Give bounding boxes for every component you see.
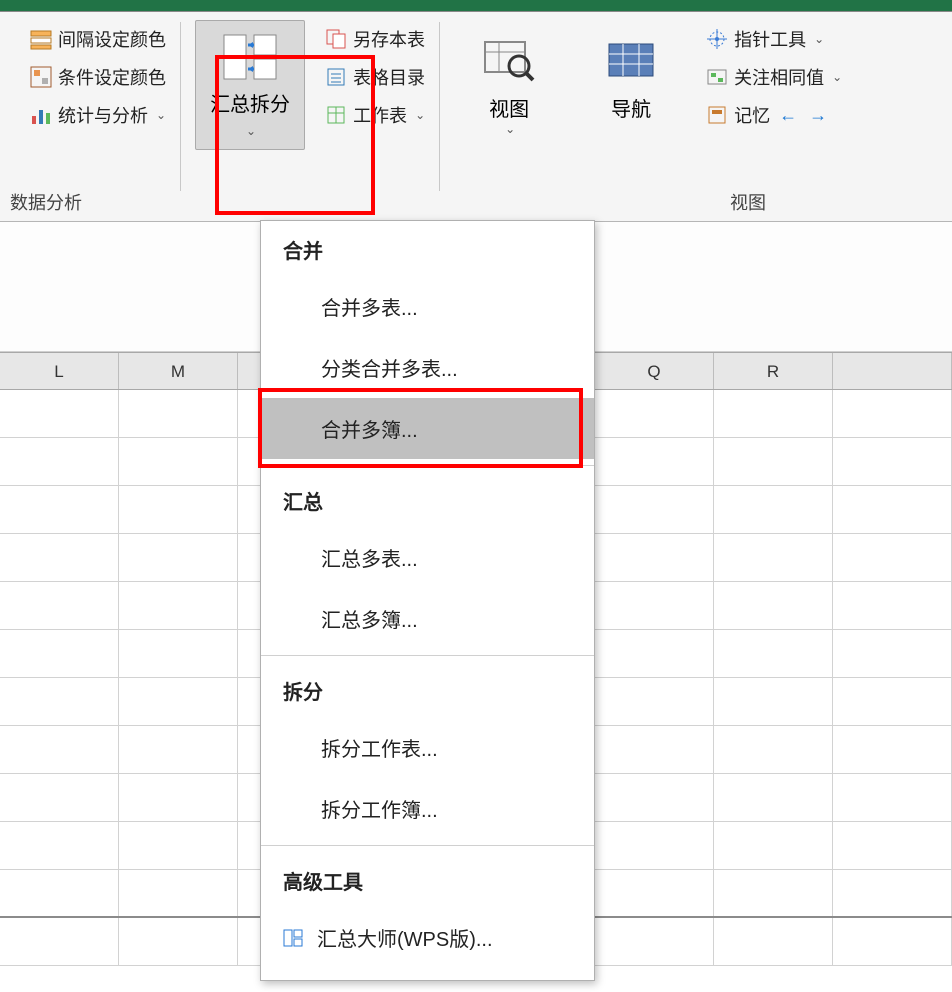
view-icon: [481, 34, 537, 90]
dd-summary-multi-book[interactable]: 汇总多簿...: [261, 588, 594, 649]
dd-section-summary: 汇总: [261, 472, 594, 527]
divider: [439, 22, 440, 191]
title-bar: [0, 0, 952, 12]
save-as-sheet-btn[interactable]: 另存本表: [321, 20, 429, 58]
stats-analysis-label: 统计与分析: [58, 102, 148, 128]
view-label: 视图: [489, 98, 529, 122]
view-btn[interactable]: 视图 ⌄: [454, 26, 564, 144]
interval-color-btn[interactable]: 间隔设定颜色: [26, 20, 170, 58]
dd-split-worksheet[interactable]: 拆分工作表...: [261, 717, 594, 778]
pointer-tools-label: 指针工具: [734, 26, 806, 52]
pointer-tools-btn[interactable]: 指针工具 ⌄: [702, 20, 846, 58]
chevron-down-icon: ⌄: [832, 70, 842, 84]
memory-label: 记忆: [734, 102, 770, 128]
col-header[interactable]: Q: [595, 353, 714, 389]
memory-icon: [706, 104, 728, 126]
save-as-sheet-icon: [325, 28, 347, 50]
worksheet-label: 工作表: [353, 102, 407, 128]
summary-split-icon: [222, 29, 278, 85]
chevron-down-icon: ⌄: [156, 108, 166, 122]
chevron-down-icon: ⌄: [415, 108, 425, 122]
summary-split-btn[interactable]: 汇总拆分 ⌄: [195, 20, 305, 150]
cond-color-icon: [30, 66, 52, 88]
sheet-toc-label: 表格目录: [353, 64, 425, 90]
dd-separator: [261, 465, 594, 466]
dd-summary-multi-sheet[interactable]: 汇总多表...: [261, 527, 594, 588]
col-header[interactable]: L: [0, 353, 119, 389]
ribbon: 间隔设定颜色 条件设定颜色 统计与分析 ⌄: [0, 12, 952, 222]
worksheet-icon: [325, 104, 347, 126]
divider: [180, 22, 181, 191]
summary-split-dropdown: 合并 合并多表... 分类合并多表... 合并多簿... 汇总 汇总多表... …: [260, 220, 595, 981]
focus-same-value-label: 关注相同值: [734, 64, 824, 90]
sheet-toc-btn[interactable]: 表格目录: [321, 58, 429, 96]
interval-color-icon: [30, 28, 52, 50]
dd-merge-multi-sheet[interactable]: 合并多表...: [261, 276, 594, 337]
dd-merge-by-category[interactable]: 分类合并多表...: [261, 337, 594, 398]
col-header[interactable]: R: [714, 353, 833, 389]
group-label-data-analysis: 数据分析: [10, 189, 82, 215]
nav-btn[interactable]: 导航: [576, 26, 686, 130]
chevron-down-icon: ⌄: [246, 124, 256, 138]
dd-section-split: 拆分: [261, 662, 594, 717]
chevron-down-icon: ⌄: [505, 122, 515, 136]
dd-separator: [261, 845, 594, 846]
stats-analysis-btn[interactable]: 统计与分析 ⌄: [26, 96, 170, 134]
summary-master-icon: [281, 926, 305, 950]
cond-color-btn[interactable]: 条件设定颜色: [26, 58, 170, 96]
focus-same-value-btn[interactable]: 关注相同值 ⌄: [702, 58, 846, 96]
dd-section-merge: 合并: [261, 221, 594, 276]
chevron-down-icon: ⌄: [814, 32, 824, 46]
dd-section-advanced: 高级工具: [261, 852, 594, 907]
dd-merge-multi-book[interactable]: 合并多簿...: [261, 398, 594, 459]
worksheet-btn[interactable]: 工作表 ⌄: [321, 96, 429, 134]
nav-icon: [603, 34, 659, 90]
group-label-view: 视图: [730, 189, 766, 215]
focus-same-value-icon: [706, 66, 728, 88]
col-header[interactable]: [833, 353, 952, 389]
dd-split-workbook[interactable]: 拆分工作簿...: [261, 778, 594, 839]
save-as-sheet-label: 另存本表: [353, 26, 425, 52]
col-header[interactable]: M: [119, 353, 238, 389]
arrow-right-icon[interactable]: →: [806, 103, 830, 127]
stats-analysis-icon: [30, 104, 52, 126]
cond-color-label: 条件设定颜色: [58, 64, 166, 90]
pointer-tools-icon: [706, 28, 728, 50]
arrow-left-icon[interactable]: ←: [776, 103, 800, 127]
summary-split-label: 汇总拆分 ⌄: [204, 93, 296, 141]
interval-color-label: 间隔设定颜色: [58, 26, 166, 52]
memory-btn[interactable]: 记忆 ← →: [702, 96, 846, 134]
dd-summary-master[interactable]: 汇总大师(WPS版)...: [261, 907, 594, 968]
sheet-toc-icon: [325, 66, 347, 88]
nav-label: 导航: [611, 98, 651, 122]
dd-separator: [261, 655, 594, 656]
